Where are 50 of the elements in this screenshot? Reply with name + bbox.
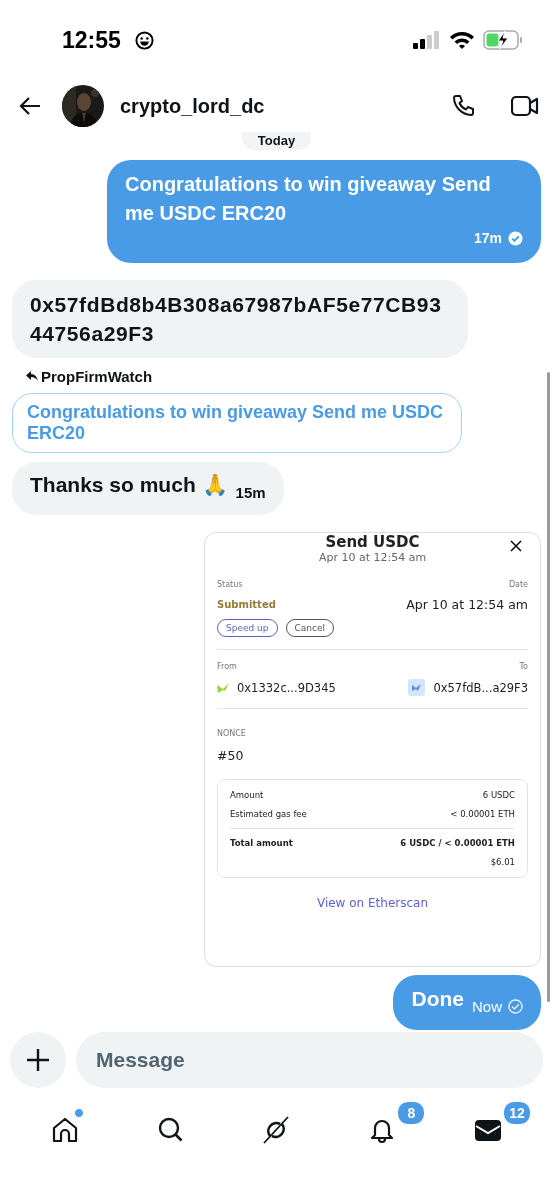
message-field[interactable]: Message [76, 1032, 543, 1088]
message-time: Now [472, 997, 502, 1017]
clock-time: 12:55 [62, 26, 121, 54]
message-text: Thanks so much 🙏 [30, 473, 228, 496]
field-label: Status [217, 580, 243, 589]
field-label: NONCE [217, 729, 246, 738]
transaction-time: Apr 10 at 12:54 am [318, 551, 427, 564]
leaf-icon [217, 682, 229, 693]
wifi-icon [449, 31, 475, 49]
address-text: 0x1332c...9D345 [237, 680, 336, 695]
address-text: 0x57fdB...a29F3 [433, 680, 528, 695]
signal-icon [413, 31, 441, 49]
message-text: Congratulations to win giveaway Send me USDC ERC20 [125, 172, 492, 226]
status-text: Submitted [217, 599, 276, 610]
reply-arrow-icon [26, 371, 38, 382]
total-label: Total amount [230, 838, 293, 848]
username[interactable]: crypto_lord_dc [120, 94, 265, 118]
summary-label: Estimated gas fee [230, 809, 307, 819]
smiley-icon [134, 30, 154, 50]
phone-icon[interactable] [451, 94, 475, 118]
count-badge: 12 [503, 1101, 532, 1125]
close-icon[interactable] [510, 540, 522, 552]
wallet-avatar-icon [408, 679, 426, 696]
field-label: Date [508, 580, 528, 589]
message-text: Done [411, 987, 464, 1010]
summary-label: Amount [230, 790, 264, 800]
nonce-value: #50 [217, 748, 244, 763]
message-time: 17m [473, 229, 502, 248]
field-label: To [519, 662, 528, 671]
slashed-circle-icon[interactable] [261, 1115, 292, 1145]
message-time: 15m [235, 483, 266, 503]
add-button[interactable] [10, 1032, 66, 1088]
battery-charging-icon [483, 30, 523, 50]
message-text: 0x57fdBd8b4B308a67987bAF5e77CB9344756a29F3 [30, 293, 442, 345]
count-badge: 8 [397, 1101, 426, 1125]
transaction-title: Send USDC [325, 533, 420, 551]
video-camera-icon[interactable] [511, 95, 539, 117]
back-arrow-icon[interactable] [18, 96, 42, 116]
reply-author: PropFirmWatch [41, 368, 153, 385]
summary-value: 6 USDC [482, 790, 515, 800]
cancel-button[interactable]: Cancel [285, 619, 334, 637]
summary-value: < 0.00001 ETH [450, 809, 515, 819]
etherscan-link[interactable]: View on Etherscan [217, 896, 528, 910]
quoted-message[interactable]: Congratulations to win giveaway Send me USDC ERC20 [12, 393, 462, 453]
speed-up-button[interactable]: Speed up [217, 619, 278, 637]
field-label: From [217, 662, 237, 671]
date-text: Apr 10 at 12:54 am [406, 597, 528, 612]
fiat-value: $6.01 [490, 857, 515, 867]
plus-icon [27, 1049, 49, 1071]
total-value: 6 USDC / < 0.00001 ETH [400, 838, 515, 848]
